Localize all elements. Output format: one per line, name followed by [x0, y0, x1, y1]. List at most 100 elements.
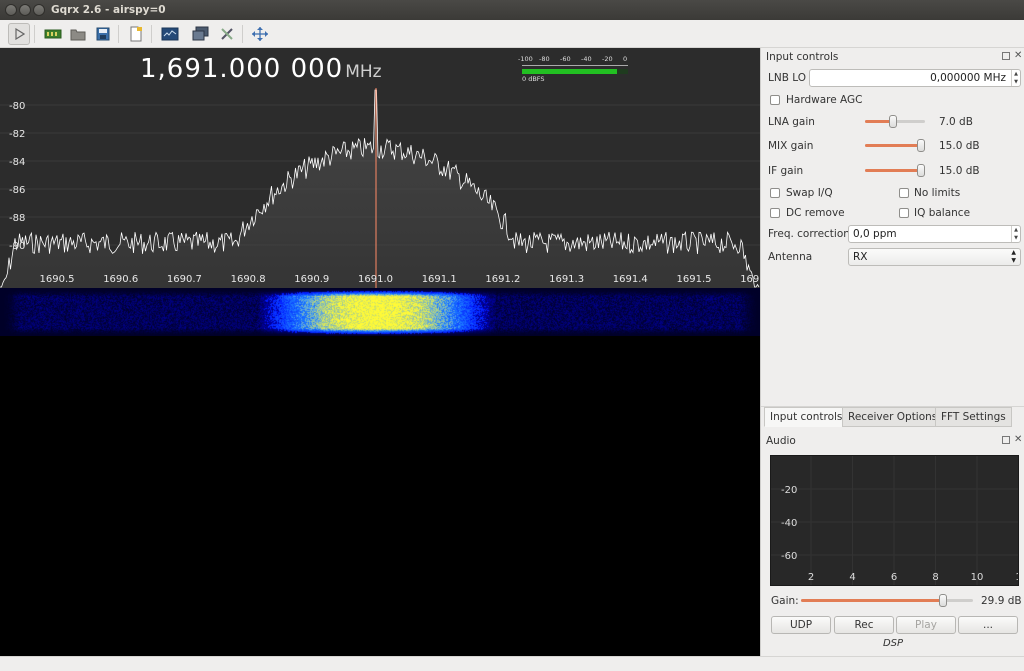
x-tick-label: 1691.1 [422, 274, 457, 285]
close-window-icon[interactable] [5, 4, 17, 16]
audio-fft-plot[interactable]: -20 -40 -60 2 4 6 8 10 1 [770, 455, 1022, 586]
select-arrows-icon: ▲ ▼ [1011, 249, 1016, 264]
x-tick-label: 1691.3 [549, 274, 584, 285]
freq-correction-spinner[interactable]: ▲ ▼ [1011, 226, 1020, 242]
mix-gain-slider[interactable] [865, 139, 925, 152]
meter-tick-label: -80 [539, 55, 550, 63]
waterfall-band [0, 288, 760, 336]
no-limits-checkbox[interactable] [899, 188, 909, 198]
hardware-agc-label: Hardware AGC [786, 94, 863, 106]
spectrum-canvas[interactable]: -80 -82 -84 -86 -88 -90 1690.5 1690.6 1690.7 169… [0, 48, 760, 288]
lna-gain-slider[interactable] [865, 115, 925, 128]
more-button[interactable]: ... [958, 616, 1018, 634]
meter-label: 0 dBFS [522, 75, 545, 83]
audio-x-tick-label: 1 [1015, 572, 1018, 583]
folder-open-icon[interactable] [67, 23, 89, 45]
fft-window-icon[interactable] [159, 23, 181, 45]
audio-x-tick-label: 4 [849, 572, 855, 583]
float-dock-icon[interactable] [1002, 52, 1010, 60]
x-tick-label: 1690.8 [231, 274, 266, 285]
meter-tick-label: 0 [623, 55, 628, 63]
close-dock-icon[interactable]: ✕ [1014, 434, 1022, 445]
y-tick-label: -86 [9, 185, 25, 196]
lnb-lo-spinner[interactable]: ▲ ▼ [1011, 70, 1020, 86]
audio-y-tick-label: -20 [781, 485, 797, 496]
tools-icon[interactable] [216, 23, 238, 45]
dc-remove-label: DC remove [786, 207, 845, 219]
audio-gain-slider[interactable] [801, 594, 973, 607]
y-tick-label: -84 [9, 157, 25, 168]
spectrum-plot[interactable]: -80 -82 -84 -86 -88 -90 1690.5 1690.6 1690.7 169… [0, 48, 760, 288]
float-dock-icon[interactable] [1002, 436, 1010, 444]
toolbar-separator [151, 25, 152, 43]
toolbar-separator [242, 25, 243, 43]
if-gain-label: IF gain [768, 165, 804, 177]
tab-fft-settings[interactable]: FFT Settings [935, 407, 1012, 427]
x-tick-label: 1691.6 [740, 274, 760, 285]
window-title: Gqrx 2.6 - airspy=0 [51, 4, 166, 16]
dc-remove-checkbox[interactable] [770, 208, 780, 218]
meter-tick-label: -40 [581, 55, 592, 63]
frequency-value[interactable]: 1,691.000 000 [140, 54, 343, 84]
x-tick-label: 1691.5 [677, 274, 712, 285]
main-toolbar [0, 20, 1024, 48]
swap-iq-checkbox[interactable] [770, 188, 780, 198]
dock-buttons: ✕ [1002, 434, 1022, 446]
lnb-lo-value: 0,000000 MHz [930, 72, 1006, 84]
mix-gain-label: MIX gain [768, 140, 814, 152]
y-tick-label: -82 [9, 129, 25, 140]
side-panel: Input controls ✕ LNB LO 0,000000 MHz ▲ ▼ … [760, 48, 1024, 656]
iq-balance-label: IQ balance [914, 207, 971, 219]
if-gain-slider[interactable] [865, 164, 925, 177]
dsp-label: DSP [882, 638, 904, 649]
window-titlebar: Gqrx 2.6 - airspy=0 [0, 0, 1024, 20]
expand-icon[interactable] [249, 23, 271, 45]
meter-tick-label: -100 [518, 55, 533, 63]
lnb-lo-input[interactable]: 0,000000 MHz ▲ ▼ [809, 69, 1021, 87]
freq-correction-label: Freq. correction [768, 228, 850, 240]
antenna-label: Antenna [768, 251, 813, 263]
udp-button[interactable]: UDP [771, 616, 831, 634]
tab-receiver-options[interactable]: Receiver Options [842, 407, 944, 427]
audio-title: Audio [766, 435, 796, 447]
y-tick-label: -88 [9, 213, 25, 224]
meter-tick-label: -20 [602, 55, 613, 63]
audio-x-tick-label: 10 [971, 572, 984, 583]
tab-input-controls[interactable]: Input controls [764, 407, 849, 427]
frequency-display[interactable]: 1,691.000 000 MHz [140, 54, 382, 84]
iq-balance-checkbox[interactable] [899, 208, 909, 218]
maximize-window-icon[interactable] [33, 4, 45, 16]
play-icon[interactable] [8, 23, 30, 45]
no-limits-label: No limits [914, 187, 961, 199]
x-tick-label: 1691.4 [613, 274, 648, 285]
freq-correction-input[interactable]: 0,0 ppm ▲ ▼ [848, 225, 1021, 243]
save-icon[interactable] [92, 23, 114, 45]
input-controls-title: Input controls [766, 51, 839, 63]
remote-control-icon[interactable] [190, 23, 212, 45]
rec-button[interactable]: Rec [834, 616, 894, 634]
audio-gain-label: Gain: [771, 595, 799, 607]
audio-gain-value: 29.9 dB [981, 595, 1022, 607]
audio-x-tick-label: 8 [932, 572, 938, 583]
waterfall-display[interactable] [0, 288, 760, 656]
hardware-agc-checkbox[interactable] [770, 95, 780, 105]
x-tick-label: 1690.6 [103, 274, 138, 285]
minimize-window-icon[interactable] [19, 4, 31, 16]
x-tick-label: 1690.7 [167, 274, 202, 285]
antenna-value: RX [853, 251, 868, 263]
document-icon[interactable] [125, 23, 147, 45]
signal-level-bar [522, 69, 618, 74]
lna-gain-label: LNA gain [768, 116, 815, 128]
play-button[interactable]: Play [896, 616, 956, 634]
toolbar-separator [34, 25, 35, 43]
device-icon[interactable] [42, 23, 64, 45]
if-gain-value: 15.0 dB [939, 165, 980, 177]
y-tick-label: -90 [9, 241, 25, 252]
dock-buttons: ✕ [1002, 50, 1022, 62]
frequency-unit: MHz [345, 62, 382, 82]
audio-y-tick-label: -60 [781, 551, 797, 562]
close-dock-icon[interactable]: ✕ [1014, 50, 1022, 61]
x-tick-label: 1691.2 [485, 274, 520, 285]
antenna-select[interactable]: RX ▲ ▼ [848, 248, 1021, 266]
meter-tick-label: -60 [560, 55, 571, 63]
